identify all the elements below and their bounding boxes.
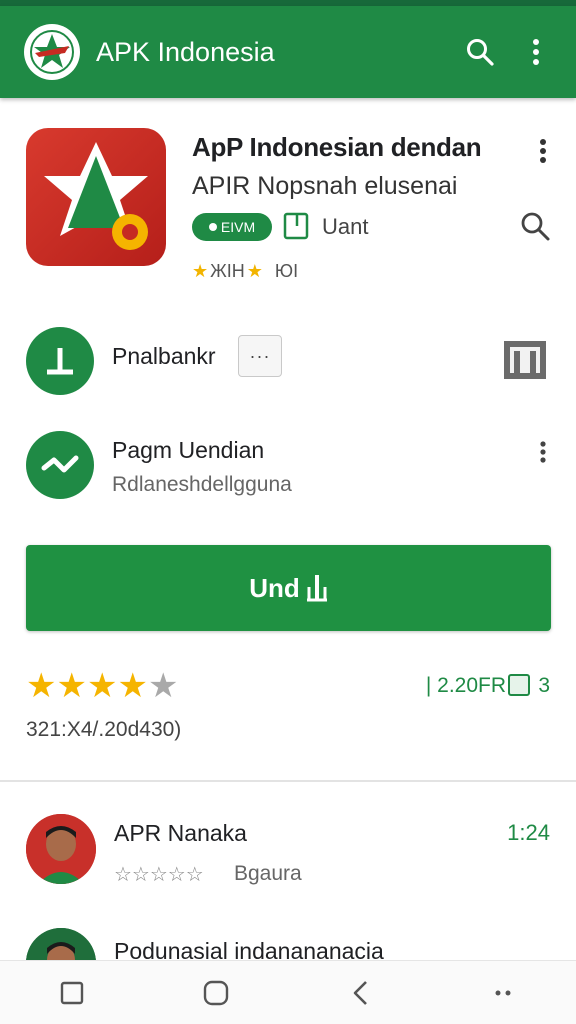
more-chip-button[interactable]: ··· — [238, 335, 282, 377]
star-filled-icon: ★ — [26, 667, 57, 705]
system-nav-bar — [0, 960, 576, 1024]
star-filled-icon: ★ — [117, 667, 148, 705]
list-item-label: Pnalbankr — [112, 343, 216, 369]
app-bar: APK Indonesia — [0, 6, 576, 98]
mini-rating: ★ ЖΙΗ ★ ЮΙ — [192, 261, 298, 282]
search-button-secondary[interactable] — [517, 208, 553, 244]
list-item-label: Pagm Uendian — [112, 437, 265, 463]
app-more-button[interactable] — [528, 136, 558, 166]
gallery-icon[interactable] — [502, 339, 548, 381]
overflow-menu-button[interactable] — [508, 24, 564, 80]
more-vert-icon — [540, 139, 546, 163]
home-button[interactable] — [186, 969, 246, 1017]
avatar — [26, 814, 96, 884]
review-stars: ☆☆☆☆☆ — [114, 864, 204, 886]
rating-count: | 2.20FR — [425, 674, 506, 697]
tag-label: Uant — [322, 214, 369, 239]
review-subtitle: Bgaura — [234, 862, 302, 885]
chevron-left-icon — [353, 980, 367, 1005]
status-badge[interactable]: EIVM — [192, 213, 272, 241]
dot-icon — [208, 223, 217, 231]
install-button[interactable]: Und — [26, 545, 551, 631]
mini-rating-text: ЖΙΗ — [210, 261, 245, 281]
reviewer-name: APR Nanaka — [114, 820, 247, 846]
star-icon: ★ — [192, 261, 209, 281]
star-filled-icon: ★ — [56, 667, 87, 705]
star-filled-icon: ★ — [86, 667, 118, 705]
app-bar-title: APK Indonesia — [96, 36, 275, 67]
search-button[interactable] — [452, 24, 508, 80]
more-vert-icon — [533, 39, 539, 65]
install-button-label: Und — [249, 572, 300, 603]
more-horiz-icon — [495, 990, 511, 995]
download-icon — [306, 575, 327, 602]
square-icon — [60, 981, 84, 1004]
app-subtitle: APIR Nopsnah elusenai — [192, 172, 458, 200]
list-item-more-button[interactable] — [528, 437, 558, 467]
badge-label: EIVM — [220, 219, 256, 235]
search-icon — [467, 39, 494, 66]
download-circle-icon — [26, 327, 94, 395]
app-header-card: ApP Indonesian dendan APIR Nopsnah eluse… — [0, 98, 576, 298]
star-empty-icon: ★ — [147, 667, 179, 705]
rating-summary: ★★★★★ | 2.20FR 3 — [26, 668, 550, 704]
list-item-pagm-uendian[interactable]: Pagm Uendian Rdlaneshdellgguna — [0, 415, 576, 515]
app-icon[interactable] — [26, 128, 166, 266]
list-item-pnalbankr[interactable]: Pnalbankr ··· — [0, 305, 576, 405]
nav-more-button[interactable] — [474, 969, 534, 1017]
review-item[interactable]: APR Nanaka 1:24 ☆☆☆☆☆ Bgaura — [0, 800, 576, 920]
rating-subtext: 321:X4/.20d430) — [26, 718, 182, 741]
list-item-subtitle: Rdlaneshdellgguna — [112, 473, 292, 496]
rating-trailing-number: 3 — [538, 674, 550, 697]
star-icon: ★ — [246, 261, 263, 281]
review-time: 1:24 — [507, 820, 550, 845]
app-name: ApP Indonesian dendan — [192, 132, 482, 162]
more-vert-icon — [540, 441, 546, 463]
back-button[interactable] — [330, 969, 390, 1017]
recents-button[interactable] — [42, 969, 102, 1017]
star-flag-logo — [24, 24, 80, 80]
mini-rating-count: ЮΙ — [274, 261, 299, 281]
section-divider — [0, 780, 576, 782]
star-rating: ★★★★★ — [26, 668, 178, 704]
home-circle-icon — [203, 980, 229, 1005]
search-icon — [521, 212, 550, 241]
comment-icon — [508, 674, 530, 696]
document-icon — [283, 212, 309, 240]
trend-circle-icon — [26, 431, 94, 499]
